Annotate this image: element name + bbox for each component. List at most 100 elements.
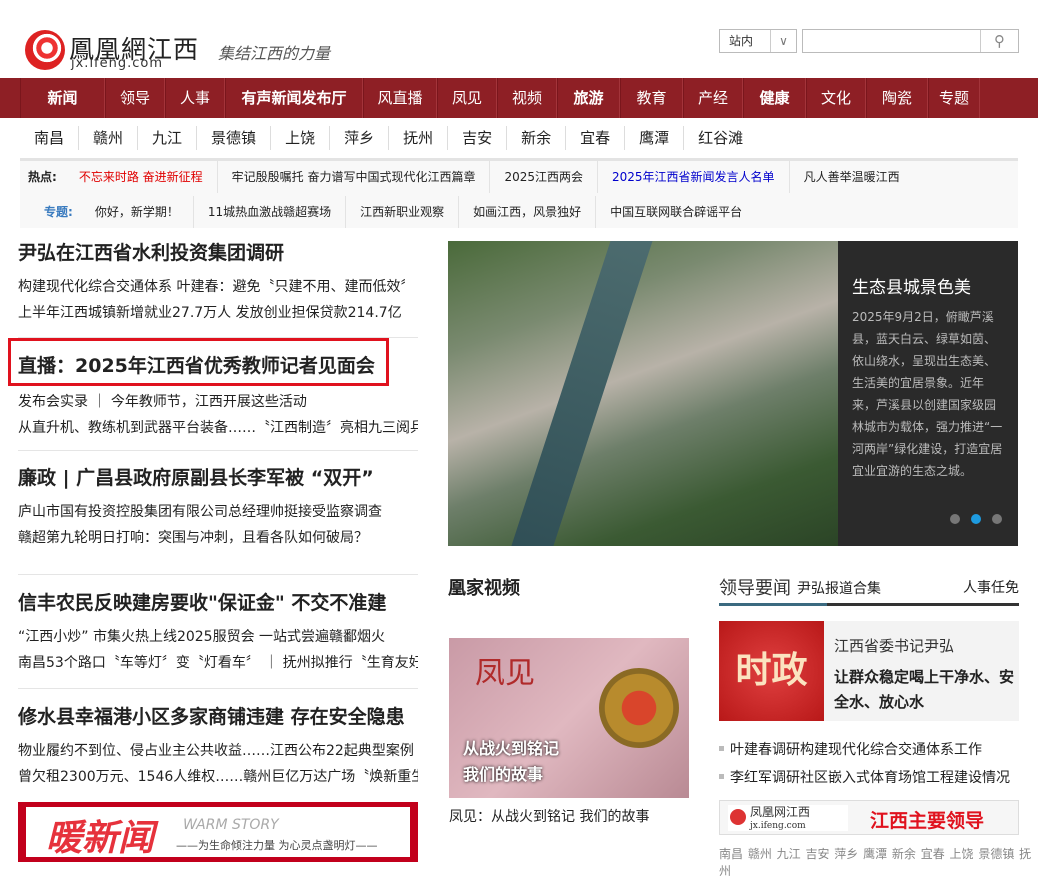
topic-row: 专题: 你好，新学期！ 11城热血激战赣超赛场 江西新职业观察 如画江西，风景独好 中国互…: [36, 196, 756, 228]
sub-headline[interactable]: 发布会实录 ｜ 今年教师节，江西开展这些活动: [18, 389, 418, 415]
warm-news-slogan: ——为生命倾注力量 为心灵点盏明灯——: [176, 839, 378, 852]
lead-headline[interactable]: 修水县幸福港小区多家商铺违建 存在安全隐患: [18, 704, 418, 730]
tab-leaders-news[interactable]: 领导要闻: [719, 574, 791, 600]
nav-item[interactable]: 领导: [105, 78, 165, 118]
city-link[interactable]: 抚州: [388, 126, 447, 150]
slider-caption-panel: 生态县城景色美 2025年9月2日，俯瞰芦溪县，蓝天白云、绿草如茵、依山绕水，呈…: [838, 241, 1018, 546]
search-input[interactable]: [803, 30, 981, 52]
lead-story: 尹弘在江西省水利投资集团调研 构建现代化综合交通体系 叶建春：避免〝只建不用、建而…: [18, 240, 418, 326]
slider-description: 2025年9月2日，俯瞰芦溪县，蓝天白云、绿草如茵、依山绕水，呈现出生态美、生活…: [852, 310, 1003, 478]
nav-item[interactable]: 人事: [165, 78, 225, 118]
sub-headline[interactable]: 曾欠租2300万元、1546人维权……赣州巨亿万达广场〝焕新重生〞: [18, 764, 418, 790]
feature-card[interactable]: 时政 江西省委书记尹弘 让群众稳定喝上干净水、安全水、放心水: [719, 621, 1019, 721]
leader-news-item[interactable]: 李红军调研社区嵌入式体育场馆工程建设情况: [719, 765, 1010, 791]
sub-headline[interactable]: 构建现代化综合交通体系 叶建春：避免〝只建不用、建而低效〞: [18, 274, 418, 300]
city-link[interactable]: 吉安: [447, 126, 506, 150]
hot-link[interactable]: 凡人善举温暖江西: [788, 161, 914, 193]
lead-headline[interactable]: 尹弘在江西省水利投资集团调研: [18, 240, 418, 266]
nav-item[interactable]: 专题: [928, 78, 980, 118]
nav-item[interactable]: 产经: [683, 78, 743, 118]
slider-dot-2[interactable]: [971, 514, 981, 524]
main-leaders-banner[interactable]: 凤凰网江西 jx.ifeng.com 江西主要领导: [719, 800, 1019, 835]
warm-news-banner[interactable]: 暖新闻 WARM STORY ——为生命倾注力量 为心灵点盏明灯——: [18, 802, 418, 862]
banner-text: 江西主要领导: [870, 810, 985, 832]
slider-dot-3[interactable]: [992, 514, 1002, 524]
nav-item[interactable]: 有声新闻发布厅: [225, 78, 363, 118]
lead-headline[interactable]: 信丰农民反映建房要收"保证金" 不交不准建: [18, 590, 418, 616]
nav-item[interactable]: 教育: [620, 78, 683, 118]
site-logo[interactable]: 鳳凰網江西 jx.ifeng.com: [25, 30, 215, 72]
hot-label: 热点:: [28, 170, 57, 184]
lead-story: 信丰农民反映建房要收"保证金" 不交不准建 “江西小炒” 市集火热上线2025服贸…: [18, 590, 418, 676]
warm-news-title: 暖新闻: [46, 818, 155, 859]
video-overlay-line-1: 从战火到铭记: [463, 739, 560, 758]
city-link[interactable]: 萍乡: [329, 126, 388, 150]
hot-link[interactable]: 不忘来时路 奋进新征程: [65, 161, 217, 193]
hot-link[interactable]: 2025年江西省新闻发言人名单: [597, 161, 789, 193]
nav-item[interactable]: 健康: [743, 78, 806, 118]
sub-headline[interactable]: 从直升机、教练机到武器平台装备……〝江西制造〞亮相九三阅兵: [18, 415, 418, 441]
topic-link[interactable]: 你好，新学期！: [81, 196, 193, 228]
highlight-box: [8, 338, 389, 386]
city-link[interactable]: 上饶: [270, 126, 329, 150]
city-link[interactable]: 鹰潭: [624, 126, 683, 150]
logo-domain: jx.ifeng.com: [71, 56, 164, 71]
sub-headline[interactable]: 赣超第九轮明日打响：突围与冲刺，且看各队如何破局？: [18, 525, 418, 551]
nav-item[interactable]: 旅游: [557, 78, 620, 118]
banner-logo: 凤凰网江西 jx.ifeng.com: [728, 805, 848, 831]
video-section-title: 凰家视频: [448, 578, 520, 599]
nav-item[interactable]: 陶瓷: [866, 78, 928, 118]
search-scope-value: 站内: [729, 34, 754, 48]
slider-title[interactable]: 生态县城景色美: [852, 273, 1004, 298]
nav-item[interactable]: 视频: [497, 78, 557, 118]
leader-city-links[interactable]: 南昌 赣州 九江 吉安 萍乡 鹰潭 新余 宜春 上饶 景德镇 抚州: [719, 845, 1038, 879]
search-scope-select[interactable]: 站内 ∨: [719, 29, 797, 53]
slogan: 集结江西的力量: [218, 44, 331, 63]
hot-link[interactable]: 牢记殷殷嘱托 奋力谱写中国式现代化江西篇章: [216, 161, 490, 193]
nav-item[interactable]: 凤见: [437, 78, 497, 118]
sub-headline[interactable]: 庐山市国有投资控股集团有限公司总经理帅挺接受监察调查: [18, 499, 418, 525]
city-link[interactable]: 九江: [137, 126, 196, 150]
nav-item[interactable]: 文化: [806, 78, 866, 118]
nav-item[interactable]: 风直播: [363, 78, 437, 118]
city-link[interactable]: 红谷滩: [683, 126, 757, 150]
city-link[interactable]: 赣州: [78, 126, 137, 150]
sub-headline[interactable]: 上半年江西城镇新增就业27.7万人 发放创业担保贷款214.7亿: [18, 300, 418, 326]
lead-headline[interactable]: 廉政 | 广昌县政府原副县长李军被 “双开”: [18, 465, 418, 491]
lead-story: 修水县幸福港小区多家商铺违建 存在安全隐患 物业履约不到位、侵占业主公共收益……江…: [18, 704, 418, 790]
fengjian-logo: 凤见: [475, 656, 535, 691]
chevron-down-icon: ∨: [770, 30, 796, 52]
city-link[interactable]: 南昌: [20, 126, 78, 150]
video-thumbnail[interactable]: 凤见 从战火到铭记 我们的故事: [449, 638, 689, 798]
topic-link[interactable]: 11城热血激战赣超赛场: [192, 196, 345, 228]
sub-headline[interactable]: 南昌53个路口〝车等灯〞变〝灯看车〞 ｜ 抚州拟推行〝生育友好岗〞: [18, 650, 418, 676]
topic-link[interactable]: 如画江西，风景独好: [458, 196, 595, 228]
hot-row: 热点: 不忘来时路 奋进新征程 牢记殷殷嘱托 奋力谱写中国式现代化江西篇章 2025江…: [20, 161, 914, 193]
search-icon[interactable]: ⚲: [980, 30, 1018, 52]
feature-title: 江西省委书记尹弘: [834, 637, 955, 655]
city-link[interactable]: 景德镇: [196, 126, 270, 150]
feature-subtitle: 让群众稳定喝上干净水、安全水、放心水: [834, 668, 1015, 711]
slider-image[interactable]: [448, 241, 838, 546]
tab-yinhong-reports[interactable]: 尹弘报道合集: [797, 578, 881, 598]
video-caption-link[interactable]: 凤见：从战火到铭记 我们的故事: [449, 806, 649, 826]
topic-link[interactable]: 江西新职业观察: [345, 196, 458, 228]
city-link[interactable]: 新余: [506, 126, 565, 150]
sub-headline[interactable]: “江西小炒” 市集火热上线2025服贸会 一站式尝遍赣鄱烟火: [18, 624, 418, 650]
phoenix-logo-icon: [25, 30, 65, 70]
sub-headline[interactable]: 物业履约不到位、侵占业主公共收益……江西公布22起典型案例: [18, 738, 418, 764]
topic-link[interactable]: 中国互联网联合辟谣平台: [595, 196, 756, 228]
divider: [18, 450, 418, 451]
divider: [18, 688, 418, 689]
search-box: ⚲: [802, 29, 1019, 53]
city-link[interactable]: 宜春: [565, 126, 624, 150]
slider-dot-1[interactable]: [950, 514, 960, 524]
warm-news-en: WARM STORY: [183, 817, 279, 833]
tab-personnel[interactable]: 人事任免: [963, 577, 1019, 597]
lead-story: 廉政 | 广昌县政府原副县长李军被 “双开” 庐山市国有投资控股集团有限公司总经理…: [18, 465, 418, 551]
city-nav: 南昌 赣州 九江 景德镇 上饶 萍乡 抚州 吉安 新余 宜春 鹰潭 红谷滩: [20, 126, 757, 150]
shizheng-image: 时政: [719, 621, 824, 721]
leader-news-item[interactable]: 叶建春调研构建现代化综合交通体系工作: [719, 737, 982, 763]
hot-link[interactable]: 2025江西两会: [489, 161, 597, 193]
nav-item[interactable]: 新闻: [20, 78, 105, 118]
